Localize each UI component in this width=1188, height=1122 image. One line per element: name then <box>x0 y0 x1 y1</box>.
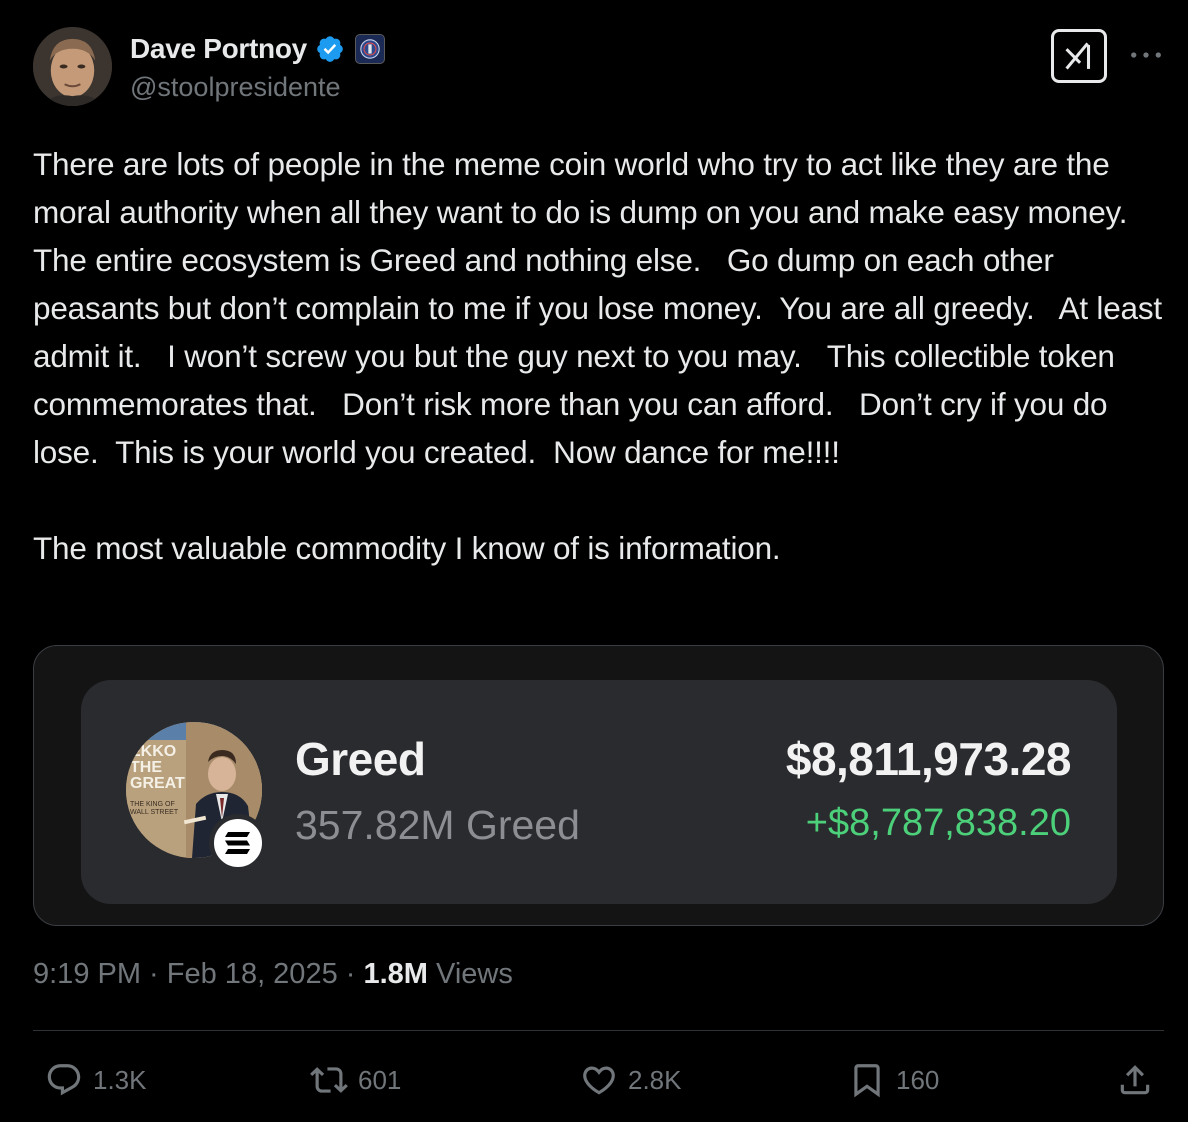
tweet-paragraph: The most valuable commodity I know of is… <box>33 530 781 566</box>
repost-button[interactable]: 601 <box>310 1060 401 1100</box>
grok-button[interactable] <box>1051 29 1107 83</box>
token-holding-card: EKKO THE GREAT THE KING OF WALL STREET G… <box>81 680 1117 904</box>
poster-text-line4: THE KING OF <box>130 801 175 808</box>
bookmark-icon <box>854 1064 880 1098</box>
avatar-portrait <box>33 27 112 106</box>
tweet-text: There are lots of people in the meme coi… <box>33 140 1173 572</box>
views-count[interactable]: 1.8M <box>363 958 427 990</box>
divider <box>33 1030 1164 1031</box>
repost-icon <box>310 1067 348 1093</box>
views-label: Views <box>427 958 513 990</box>
tweet-time[interactable]: 9:19 PM <box>33 958 141 990</box>
meta-separator: · <box>337 958 364 990</box>
poster-text-line1: EKKO <box>130 743 176 760</box>
poster-text-line5: WALL STREET <box>130 809 179 816</box>
bookmark-button[interactable]: 160 <box>848 1060 939 1100</box>
tweet-paragraph: There are lots of people in the meme coi… <box>33 146 1171 470</box>
poster-text-line3: GREAT <box>130 775 185 792</box>
solana-badge <box>209 814 267 872</box>
tweet-media[interactable]: EKKO THE GREAT THE KING OF WALL STREET G… <box>33 645 1164 926</box>
like-button[interactable]: 2.8K <box>580 1060 682 1100</box>
bookmark-count: 160 <box>896 1064 940 1095</box>
share-icon <box>1120 1065 1150 1095</box>
grok-icon <box>1065 42 1091 70</box>
poster-text-line2: THE <box>130 759 162 776</box>
solana-logo-icon <box>225 832 250 854</box>
share-button[interactable] <box>1116 1060 1154 1100</box>
author-handle[interactable]: @stoolpresidente <box>130 72 341 103</box>
verified-badge-icon[interactable] <box>315 34 345 64</box>
like-icon <box>583 1066 615 1095</box>
like-count: 2.8K <box>628 1064 682 1095</box>
repost-count: 601 <box>358 1064 402 1095</box>
author-display-name[interactable]: Dave Portnoy <box>130 33 307 65</box>
more-options-icon <box>1131 52 1161 58</box>
token-name: Greed <box>295 733 426 785</box>
tweet-date[interactable]: Feb 18, 2025 <box>167 958 338 990</box>
token-usd-value: $8,811,973.28 <box>785 733 1072 785</box>
tweet-meta: 9:19 PM · Feb 18, 2025 · 1.8M Views <box>33 958 513 991</box>
token-amount: 357.82M Greed <box>295 802 580 848</box>
barstool-affiliate-badge[interactable] <box>354 34 385 64</box>
tweet: Dave Portnoy @stoolpresidente There are … <box>0 0 1188 1122</box>
author-name-row: Dave Portnoy <box>130 31 385 67</box>
meta-separator: · <box>141 958 167 990</box>
reply-button[interactable]: 1.3K <box>45 1060 147 1100</box>
token-usd-change: +$8,787,838.20 <box>805 802 1071 844</box>
more-options-button[interactable] <box>1128 40 1164 70</box>
author-avatar[interactable] <box>33 27 112 106</box>
reply-icon <box>47 1064 81 1096</box>
reply-count: 1.3K <box>93 1064 147 1095</box>
